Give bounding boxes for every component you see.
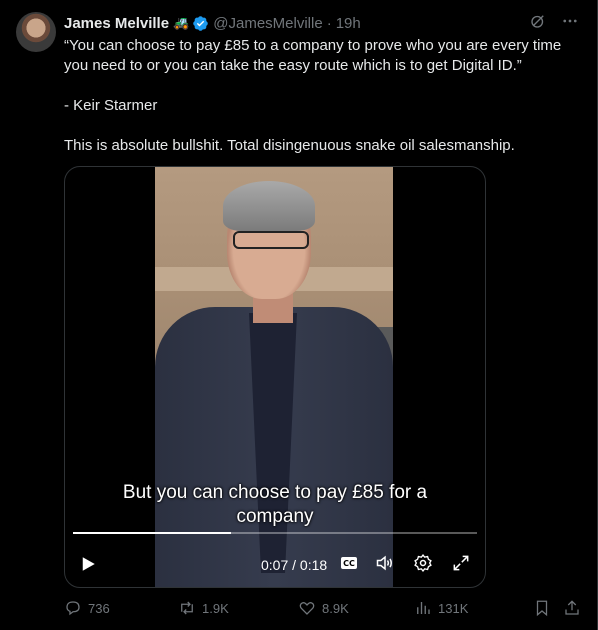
settings-gear-icon[interactable] <box>413 553 433 573</box>
reply-count: 736 <box>88 600 110 616</box>
captions-icon[interactable]: CC <box>341 557 357 569</box>
video-controls: 0:07 / 0:18 CC <box>65 549 485 579</box>
more-options-icon[interactable] <box>561 12 579 30</box>
grok-icon[interactable] <box>529 12 547 30</box>
author-name[interactable]: James Melville <box>64 15 169 32</box>
tweet-actions: 736 1.9K 8.9K 131K <box>64 598 588 618</box>
avatar[interactable] <box>16 12 56 52</box>
author-handle[interactable]: @JamesMelville <box>213 15 322 32</box>
verified-badge-icon <box>193 15 209 31</box>
tweet-comment: This is absolute bullshit. Total disinge… <box>64 137 515 154</box>
tweet-quote: “You can choose to pay £85 to a company … <box>64 37 562 74</box>
reply-button[interactable]: 736 <box>64 599 110 617</box>
video-time: 0:07 / 0:18 <box>261 557 328 573</box>
timestamp[interactable]: 19h <box>336 15 361 32</box>
caption-line-1: But you can choose to pay £85 for a <box>122 482 428 503</box>
video-caption: But you can choose to pay £85 for a comp… <box>65 481 485 529</box>
volume-icon[interactable] <box>375 553 395 573</box>
tweet-text: “You can choose to pay £85 to a company … <box>64 36 574 156</box>
play-icon[interactable] <box>79 555 97 573</box>
share-icon[interactable] <box>563 599 581 617</box>
video-progress-bar[interactable] <box>73 532 477 534</box>
repost-count: 1.9K <box>202 600 229 616</box>
repost-icon <box>181 601 193 615</box>
views-button[interactable]: 131K <box>414 599 468 617</box>
separator-dot: · <box>326 14 332 32</box>
bookmark-icon[interactable] <box>533 599 551 617</box>
heart-icon <box>299 602 315 615</box>
tweet-attribution: - Keir Starmer <box>64 97 158 114</box>
fullscreen-icon[interactable] <box>451 553 471 573</box>
like-button[interactable]: 8.9K <box>298 599 349 617</box>
reply-icon <box>66 601 80 616</box>
views-chart-icon <box>417 602 430 614</box>
video-player[interactable]: But you can choose to pay £85 for a comp… <box>64 166 486 588</box>
repost-button[interactable]: 1.9K <box>178 599 229 617</box>
tractor-emoji: 🚜 <box>173 15 190 30</box>
view-count: 131K <box>438 600 469 616</box>
tweet-header: James Melville 🚜 @JamesMelville · 19h <box>64 13 361 33</box>
video-progress-fill <box>73 532 231 534</box>
tweet[interactable]: James Melville 🚜 @JamesMelville · 19h “Y… <box>0 0 598 630</box>
like-count: 8.9K <box>322 600 349 616</box>
tweet-top-actions <box>529 12 579 30</box>
caption-line-2: company <box>236 506 314 527</box>
